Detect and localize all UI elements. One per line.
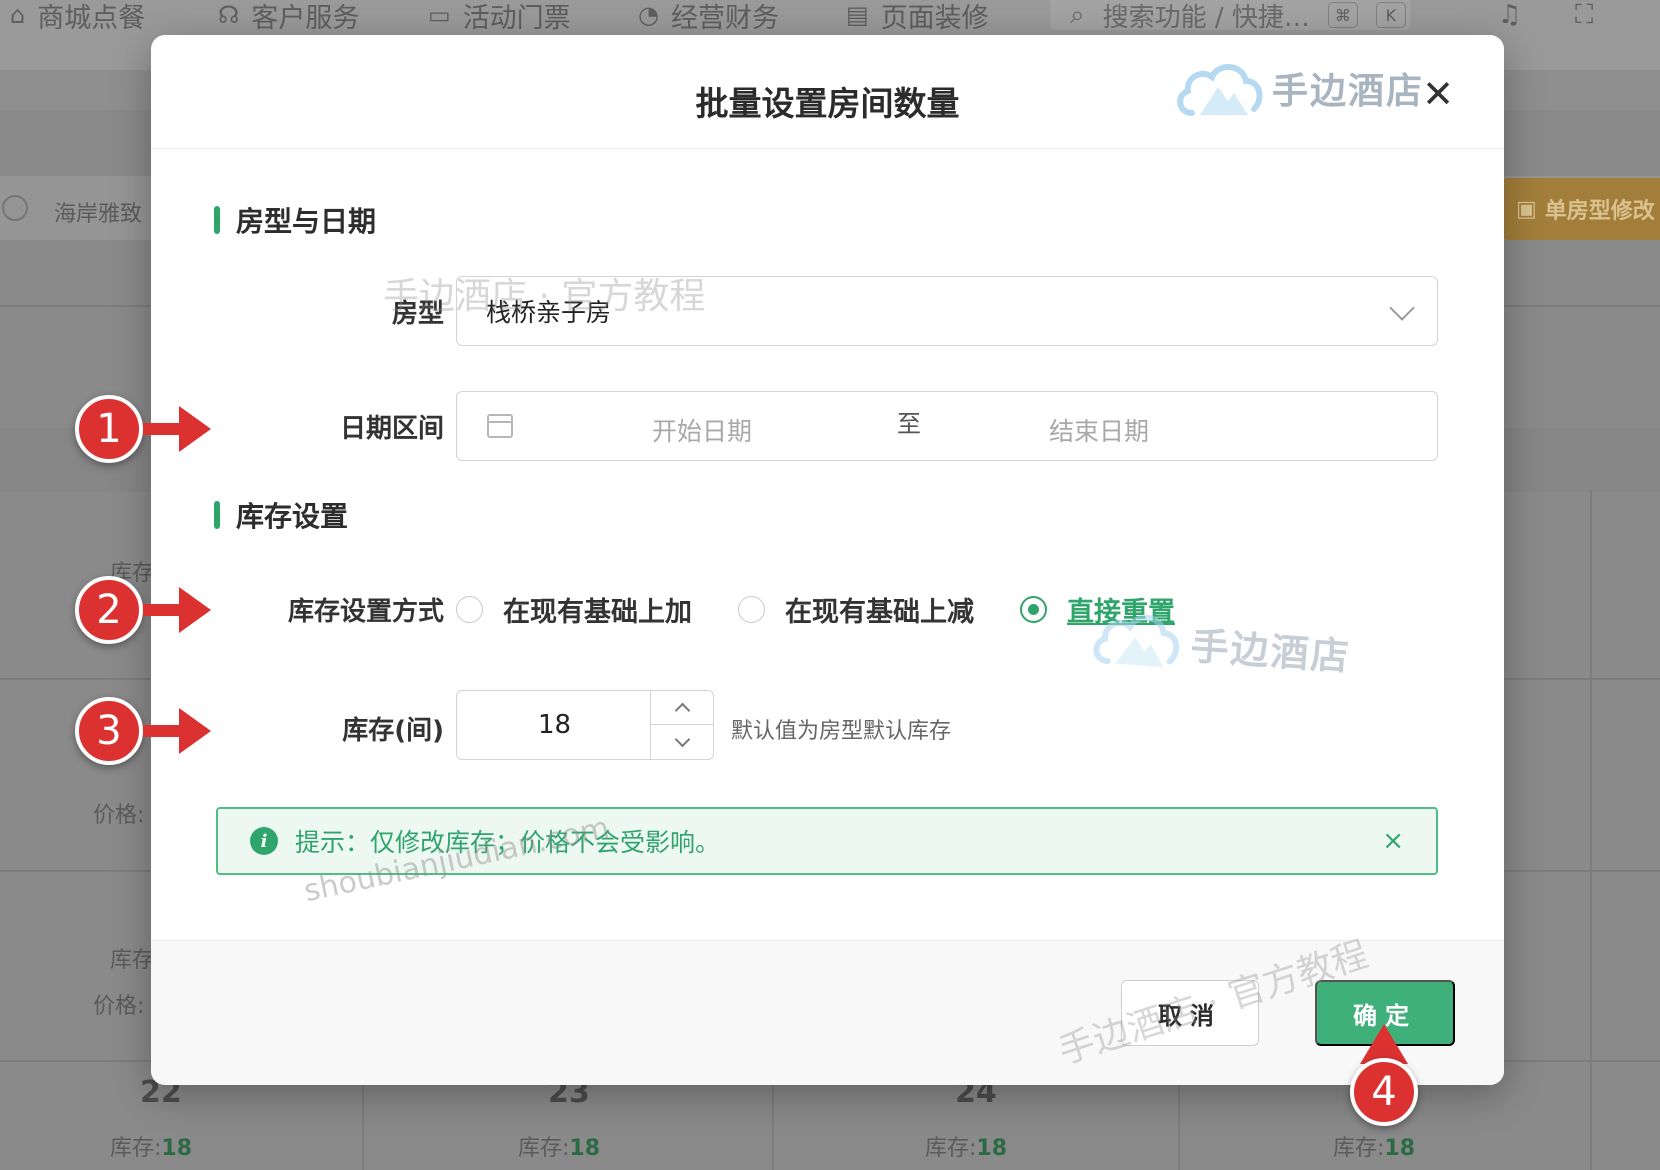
alert-close-icon[interactable]: ×: [1382, 826, 1404, 856]
stepper-buttons: [650, 691, 713, 759]
bg-price-label: 价格:: [93, 803, 145, 828]
nav-item-decoration[interactable]: ▤ 页面装修: [846, 0, 989, 34]
section-bar: [214, 206, 220, 234]
fullscreen-icon[interactable]: ⛶: [1575, 0, 1593, 31]
stock-input[interactable]: 18: [457, 691, 652, 759]
headset-icon: ☊: [218, 1, 240, 29]
dialog-header: 批量设置房间数量 手边酒店 ✕: [151, 35, 1504, 149]
cal-grid-line: [1590, 490, 1592, 1170]
stock-hint: 默认值为房型默认库存: [731, 719, 952, 744]
nav-item-mall[interactable]: ⌂ 商城点餐: [10, 0, 145, 34]
single-edit-button[interactable]: ▣ 单房型修改: [1502, 178, 1660, 240]
step-marker-2: 2: [75, 576, 143, 644]
brand-name: 手边酒店: [1271, 71, 1424, 112]
stock-count-label: 库存(间): [342, 716, 444, 746]
radio-circle: [738, 596, 765, 623]
radio-circle: [456, 596, 483, 623]
bell-icon[interactable]: ♫: [1498, 0, 1521, 30]
date-range-label: 日期区间: [339, 414, 444, 444]
edit-icon: ▣: [1516, 196, 1537, 222]
radio-reset[interactable]: 直接重置: [1020, 590, 1175, 629]
brand-logo: 手边酒店: [1174, 57, 1424, 119]
paint-icon: ▤: [846, 1, 869, 29]
radio-add[interactable]: 在现有基础上加: [456, 590, 692, 629]
date-separator: 至: [897, 410, 921, 438]
arrow-right-icon: [143, 587, 211, 633]
alert-text: 提示：仅修改库存；价格不会受影响。: [295, 828, 721, 857]
info-alert: i 提示：仅修改库存；价格不会受影响。 ×: [216, 807, 1438, 875]
close-icon[interactable]: ✕: [1422, 75, 1454, 113]
info-icon: i: [250, 827, 278, 855]
cal-stock: 库存:18: [925, 1136, 1008, 1161]
stock-mode-label: 库存设置方式: [287, 597, 444, 627]
cloud-logo-icon: [1177, 64, 1263, 116]
radio-subtract[interactable]: 在现有基础上减: [738, 590, 974, 629]
date-range-picker[interactable]: 开始日期 至 结束日期: [456, 391, 1438, 461]
cal-stock: 库存:18: [518, 1136, 601, 1161]
search-icon: ⌕: [1070, 0, 1085, 30]
nav-search[interactable]: ⌕ 搜索功能 / 快捷… ⌘ K: [1050, 0, 1410, 33]
stepper-increment[interactable]: [651, 691, 713, 725]
chevron-down-icon: [1389, 295, 1415, 321]
nav-item-service[interactable]: ☊ 客户服务: [218, 0, 359, 34]
nav-item-tickets[interactable]: ▭ 活动门票: [428, 0, 571, 34]
stock-stepper[interactable]: 18: [456, 690, 714, 760]
bg-price-label: 价格:: [93, 994, 145, 1019]
step-marker-3: 3: [75, 697, 143, 765]
room-type-value: 栈桥亲子房: [486, 298, 612, 327]
chart-icon: ◔: [638, 1, 659, 29]
cal-stock: 库存:18: [1333, 1136, 1416, 1161]
arrow-right-icon: [143, 708, 211, 754]
calendar-icon: [487, 414, 513, 438]
bag-icon: ⌂: [10, 1, 26, 29]
chevron-down-icon: [674, 731, 690, 747]
cancel-button[interactable]: 取消: [1121, 980, 1259, 1046]
bg-stock-label: 库存: [110, 948, 155, 973]
kbd-k: K: [1375, 2, 1406, 28]
stock-mode-radio-group: 在现有基础上加 在现有基础上减 直接重置: [456, 590, 1221, 629]
room-type-label: 房型: [391, 299, 444, 329]
start-date-input[interactable]: 开始日期: [652, 412, 752, 448]
step-marker-4: 4: [1350, 1058, 1418, 1126]
dialog-footer: 取消 确定: [151, 940, 1504, 1085]
stepper-decrement[interactable]: [651, 725, 713, 759]
chevron-up-icon: [674, 702, 690, 719]
bg-radio[interactable]: [2, 195, 28, 221]
radio-circle: [1020, 596, 1047, 623]
ticket-icon: ▭: [428, 1, 451, 29]
kbd-cmd: ⌘: [1327, 2, 1358, 28]
step-marker-1: 1: [75, 395, 143, 463]
section-stock: 库存设置: [214, 495, 348, 535]
end-date-input[interactable]: 结束日期: [1049, 412, 1149, 448]
section-bar: [214, 501, 220, 529]
room-type-select[interactable]: 栈桥亲子房: [456, 276, 1438, 346]
bg-hotel-name: 海岸雅致: [54, 202, 143, 227]
batch-room-count-dialog: 批量设置房间数量 手边酒店 ✕ 房型与日期 房型 栈桥亲子房 日期区间 开始日期…: [151, 35, 1504, 1085]
cal-stock: 库存:18: [110, 1136, 193, 1161]
arrow-right-icon: [143, 406, 211, 452]
nav-item-finance[interactable]: ◔ 经营财务: [638, 0, 779, 34]
section-room-date: 房型与日期: [214, 200, 376, 240]
